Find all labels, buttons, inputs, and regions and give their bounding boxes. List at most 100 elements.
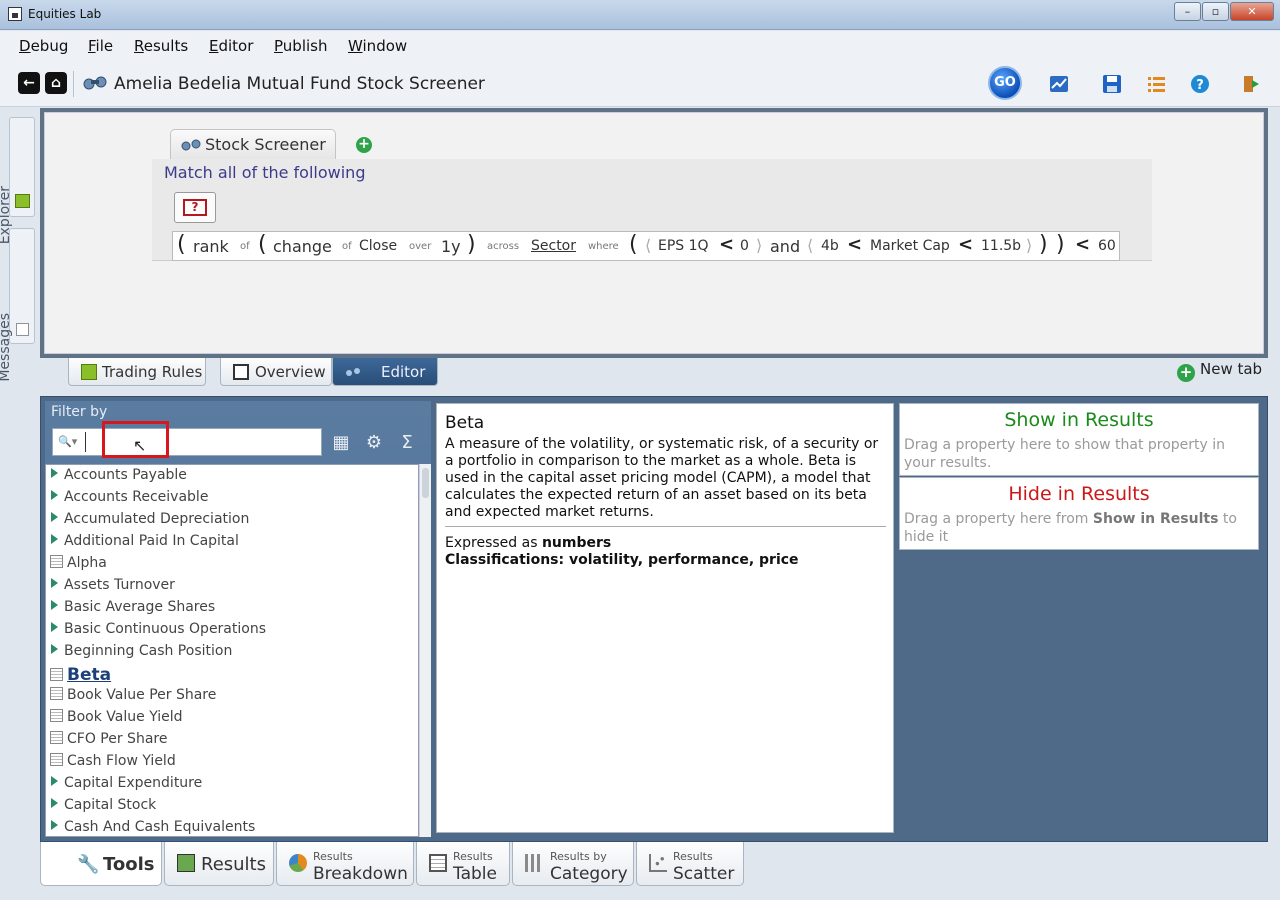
expr-change[interactable]: change xyxy=(273,237,332,256)
menu-file[interactable]: File xyxy=(88,37,113,55)
expr-zero[interactable]: 0 xyxy=(740,238,749,254)
tab-tools[interactable]: 🔧 Tools xyxy=(40,842,162,886)
tab-results-label: Results xyxy=(201,854,266,875)
description-meta: Expressed as numbers Classifications: vo… xyxy=(445,535,799,569)
gear-icon[interactable]: ⚙ xyxy=(362,431,386,455)
paren-open: ( xyxy=(629,232,638,257)
tab-stock-screener-label: Stock Screener xyxy=(205,135,326,154)
expr-low[interactable]: 4b xyxy=(821,238,839,254)
sigma-icon[interactable]: Σ xyxy=(395,431,419,455)
expr-close[interactable]: Close xyxy=(359,238,397,254)
tab-results-scatter[interactable]: Results Scatter xyxy=(636,842,744,886)
expand-arrow-icon xyxy=(51,512,58,522)
table-view-icon[interactable]: ▦ xyxy=(329,431,353,455)
property-item[interactable]: Accumulated Depreciation xyxy=(50,511,249,533)
property-item[interactable]: Book Value Per Share xyxy=(50,687,216,709)
chart-icon[interactable] xyxy=(1049,74,1069,94)
menu-editor[interactable]: Editor xyxy=(209,37,253,55)
tab-trading-rules[interactable]: Trading Rules xyxy=(68,358,206,386)
menu-results[interactable]: Results xyxy=(134,37,188,55)
tab-results-table[interactable]: Results Table xyxy=(416,842,510,886)
property-item[interactable]: Cash Flow Yield xyxy=(50,753,176,775)
property-item-label: Book Value Per Share xyxy=(67,687,217,703)
property-item[interactable]: CFO Per Share xyxy=(50,731,167,753)
tab-stock-screener[interactable]: Stock Screener xyxy=(170,129,336,159)
rule-help-button[interactable]: ? xyxy=(174,192,216,223)
show-in-results-dropzone[interactable]: Show in Results Drag a property here to … xyxy=(899,403,1259,476)
property-item[interactable]: Beginning Cash Position xyxy=(50,643,232,665)
document-icon xyxy=(50,668,63,681)
property-item[interactable]: Book Value Yield xyxy=(50,709,183,731)
property-item-label: Cash Flow Yield xyxy=(67,753,176,769)
op-less-than[interactable]: < xyxy=(719,234,734,255)
view-tabs: Trading Rules Overview Editor xyxy=(40,358,1268,388)
tab-messages[interactable]: Messages xyxy=(0,228,35,382)
add-screener-button[interactable]: + xyxy=(356,137,372,153)
property-item[interactable]: Assets Turnover xyxy=(50,577,175,599)
property-item-label: Basic Average Shares xyxy=(64,599,216,615)
expand-arrow-icon xyxy=(51,820,58,830)
expr-sector[interactable]: Sector xyxy=(531,238,576,254)
property-item[interactable]: Accounts Payable xyxy=(50,467,187,489)
tab-editor-label: Editor xyxy=(381,363,426,381)
tab-overview[interactable]: Overview xyxy=(220,358,332,386)
property-item-label: Alpha xyxy=(67,555,107,571)
filter-panel: Filter by 🔍▾ ↖ ▦ ⚙ Σ Accounts Payable Acc… xyxy=(45,401,431,837)
tab-editor[interactable]: Editor xyxy=(332,358,438,386)
hide-text-a: Drag a property here from xyxy=(904,511,1093,527)
property-item[interactable]: Capital Stock xyxy=(50,797,156,819)
go-button[interactable]: GO xyxy=(988,66,1022,100)
new-tab-label: New tab xyxy=(1200,360,1263,378)
exit-icon[interactable] xyxy=(1242,74,1262,94)
paren-open: ( xyxy=(177,232,186,257)
editor-frame: Stock Screener + Match all of the follow… xyxy=(40,108,1268,358)
expr-limit[interactable]: 60 xyxy=(1098,238,1116,254)
back-icon[interactable]: ← xyxy=(18,72,40,94)
maximize-button[interactable]: ▫ xyxy=(1202,2,1229,21)
op-less-than[interactable]: < xyxy=(1075,234,1090,255)
list-icon[interactable] xyxy=(1147,74,1167,94)
tab-results-by-category[interactable]: Results by Category xyxy=(512,842,634,886)
results-icon xyxy=(177,854,195,872)
explorer-icon xyxy=(15,194,30,208)
search-icon: 🔍▾ xyxy=(58,435,78,448)
scrollbar-thumb[interactable] xyxy=(422,468,429,498)
expr-market-cap[interactable]: Market Cap xyxy=(870,238,950,254)
menu-window[interactable]: Window xyxy=(348,37,407,55)
property-item[interactable]: Basic Continuous Operations xyxy=(50,621,266,643)
menu-publish[interactable]: Publish xyxy=(274,37,327,55)
expr-period[interactable]: 1y xyxy=(441,237,461,256)
tab-results-breakdown[interactable]: Results Breakdown xyxy=(276,842,414,886)
expr-high[interactable]: 11.5b xyxy=(981,238,1021,254)
tab-category-label: Category xyxy=(550,864,628,884)
expr-where: where xyxy=(588,241,619,252)
home-icon[interactable]: ⌂ xyxy=(45,72,67,94)
bracket-right: ⟩ xyxy=(1026,236,1033,255)
property-item[interactable]: Alpha xyxy=(50,555,107,577)
save-icon[interactable] xyxy=(1102,74,1122,94)
property-item[interactable]: Cash And Cash Equivalents xyxy=(50,819,255,836)
help-icon[interactable]: ? xyxy=(1190,74,1210,94)
expr-and[interactable]: and xyxy=(770,237,800,256)
expr-rank[interactable]: rank xyxy=(193,237,229,256)
menu-debug[interactable]: Debug xyxy=(19,37,68,55)
property-item-label: Accounts Payable xyxy=(64,467,187,483)
screener-expression[interactable]: ( rank of ( change of Close over 1y ) ac… xyxy=(172,231,1120,261)
op-less-than[interactable]: < xyxy=(958,234,973,255)
mouse-cursor-icon: ↖ xyxy=(133,436,147,455)
tab-trading-rules-label: Trading Rules xyxy=(102,363,203,381)
close-button[interactable]: ✕ xyxy=(1230,2,1274,21)
hide-in-results-dropzone[interactable]: Hide in Results Drag a property here fro… xyxy=(899,477,1259,550)
property-item[interactable]: Basic Average Shares xyxy=(50,599,215,621)
property-item[interactable]: Accounts Receivable xyxy=(50,489,208,511)
tab-results[interactable]: Results xyxy=(164,842,274,886)
tab-explorer[interactable]: Explorer xyxy=(0,117,35,244)
property-item[interactable]: Capital Expenditure xyxy=(50,775,202,797)
op-less-than[interactable]: < xyxy=(847,234,862,255)
property-item[interactable]: Additional Paid In Capital xyxy=(50,533,239,555)
property-list-scrollbar[interactable] xyxy=(419,464,431,837)
property-item[interactable]: Beta xyxy=(50,665,111,687)
new-tab-button[interactable]: + New tab xyxy=(1177,360,1262,382)
minimize-button[interactable]: – xyxy=(1174,2,1201,21)
expr-eps[interactable]: EPS 1Q xyxy=(658,238,709,254)
